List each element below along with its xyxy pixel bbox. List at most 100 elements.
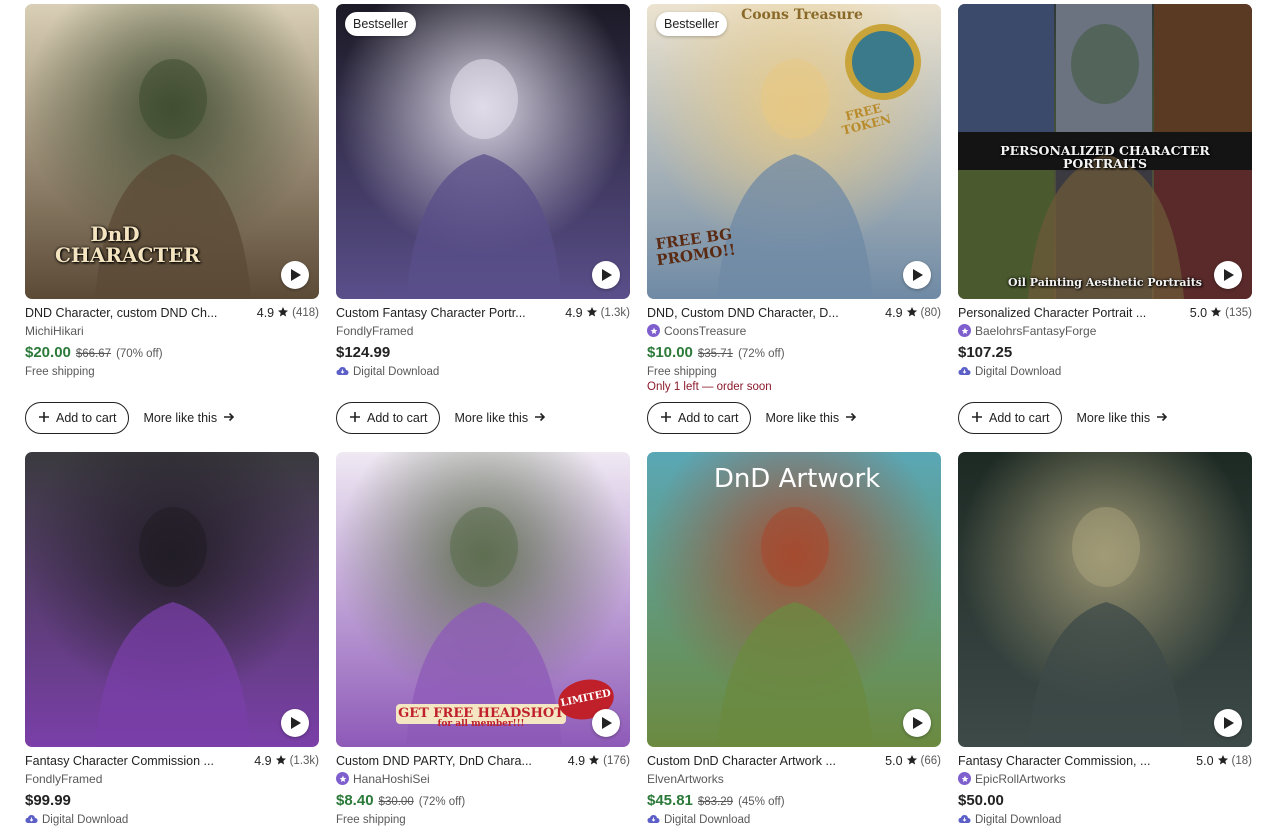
add-to-cart-button[interactable]: Add to cart: [336, 402, 441, 434]
image-caption: DnD Artwork: [713, 464, 881, 494]
listing-thumbnail[interactable]: GET FREE HEADSHOT for all member!!! LIMITE…: [336, 452, 630, 747]
listing-actions: Add to cart More like this: [647, 402, 861, 434]
shop-name[interactable]: EpicRollArtworks: [958, 771, 1252, 786]
star-icon: [275, 754, 287, 769]
shop-name[interactable]: CoonsTreasure: [647, 323, 941, 338]
arrow-right-icon: [223, 411, 235, 426]
star-icon: [1210, 306, 1222, 321]
listing-meta: Free shipping: [25, 365, 319, 379]
listing-card[interactable]: Fantasy Character Commission ... 4.9 (1.3k…: [25, 452, 319, 827]
shop-name[interactable]: MichiHikari: [25, 323, 319, 338]
more-like-this-button[interactable]: More like this: [450, 402, 550, 434]
listing-card[interactable]: PERSONALIZED CHARACTER PORTRAITS Oil Pain…: [958, 4, 1252, 434]
rating: 4.9 (176): [568, 754, 630, 769]
more-like-this-label: More like this: [765, 411, 840, 425]
add-to-cart-label: Add to cart: [989, 411, 1050, 425]
play-video-button[interactable]: [281, 709, 309, 737]
price: $99.99: [25, 792, 71, 809]
shop-name[interactable]: BaelohrsFantasyForge: [958, 323, 1252, 338]
listing-meta: Free shipping: [647, 365, 941, 379]
shop-name-label: BaelohrsFantasyForge: [975, 323, 1097, 338]
listing-actions: Add to cart More like this: [958, 402, 1172, 434]
listing-title[interactable]: Fantasy Character Commission, ...: [958, 754, 1150, 768]
play-video-button[interactable]: [1214, 709, 1242, 737]
arrow-right-icon: [1156, 411, 1168, 426]
review-count: (135): [1225, 307, 1252, 319]
play-video-button[interactable]: [592, 709, 620, 737]
listing-thumbnail[interactable]: Coons Treasure FREE TOKEN FREE BG PROMO!! B…: [647, 4, 941, 299]
review-count: (1.3k): [289, 755, 319, 767]
original-price: $66.67: [75, 348, 112, 360]
add-to-cart-button[interactable]: Add to cart: [958, 402, 1063, 434]
image-caption: Oil Painting Aesthetic Portraits: [1008, 276, 1202, 289]
add-to-cart-button[interactable]: Add to cart: [25, 402, 130, 434]
listing-thumbnail[interactable]: Bestseller: [336, 4, 630, 299]
play-video-button[interactable]: [592, 261, 620, 289]
price: $20.00: [25, 344, 71, 361]
listing-meta: Digital Download: [647, 813, 941, 827]
play-icon: [602, 717, 612, 729]
rating: 4.9 (1.3k): [565, 306, 630, 321]
listing-title[interactable]: Personalized Character Portrait ...: [958, 306, 1146, 320]
more-like-this-button[interactable]: More like this: [1072, 402, 1172, 434]
price-row: $10.00 $35.71 (72% off): [647, 344, 941, 362]
listing-card[interactable]: GET FREE HEADSHOT for all member!!! LIMITE…: [336, 452, 630, 827]
play-video-button[interactable]: [903, 261, 931, 289]
play-video-button[interactable]: [1214, 261, 1242, 289]
play-video-button[interactable]: [281, 261, 309, 289]
more-like-this-button[interactable]: More like this: [139, 402, 239, 434]
play-video-button[interactable]: [903, 709, 931, 737]
more-like-this-button[interactable]: More like this: [761, 402, 861, 434]
image-caption: for all member!!!: [437, 719, 525, 729]
listing-thumbnail[interactable]: DnD Artwork: [647, 452, 941, 747]
rating-value: 5.0: [1189, 306, 1208, 320]
listing-title[interactable]: Custom DnD Character Artwork ...: [647, 754, 836, 768]
shipping-info: Free shipping: [25, 366, 95, 378]
bestseller-badge: Bestseller: [656, 12, 727, 36]
rating-value: 4.9: [567, 754, 586, 768]
listing-thumbnail[interactable]: DnD CHARACTER: [25, 4, 319, 299]
star-seller-icon: [958, 772, 971, 785]
discount: (45% off): [738, 796, 785, 808]
add-to-cart-button[interactable]: Add to cart: [647, 402, 752, 434]
shop-name[interactable]: ElvenArtworks: [647, 771, 941, 786]
original-price: $30.00: [378, 796, 414, 808]
listing-thumbnail[interactable]: PERSONALIZED CHARACTER PORTRAITS Oil Pain…: [958, 4, 1252, 299]
cloud-download-icon: [336, 366, 349, 379]
more-like-this-label: More like this: [1076, 411, 1151, 425]
add-to-cart-label: Add to cart: [367, 411, 428, 425]
shipping-info: Free shipping: [647, 366, 717, 378]
review-count: (80): [920, 307, 941, 319]
listing-card[interactable]: Bestseller Custom Fantasy Character Portr…: [336, 4, 630, 434]
discount: (72% off): [418, 796, 466, 808]
listing-card[interactable]: Fantasy Character Commission, ... 5.0 (18)…: [958, 452, 1252, 827]
image-caption: PERSONALIZED CHARACTER PORTRAITS: [1000, 143, 1210, 172]
stock-warning: Only 1 left — order soon: [647, 381, 772, 393]
listing-title[interactable]: DND Character, custom DND Ch...: [25, 306, 217, 320]
shop-name[interactable]: HanaHoshiSei: [336, 771, 630, 786]
listing-title[interactable]: Custom Fantasy Character Portr...: [336, 306, 526, 320]
rating-value: 5.0: [885, 754, 903, 768]
play-icon: [1224, 717, 1234, 729]
listing-card[interactable]: DnD Artwork Custom DnD Character Artwork …: [647, 452, 941, 827]
listing-card[interactable]: DnD CHARACTER DND Character, custom DND C…: [25, 4, 319, 434]
listing-title[interactable]: Fantasy Character Commission ...: [25, 754, 214, 768]
price-row: $20.00 $66.67 (70% off): [25, 344, 319, 362]
shop-name[interactable]: FondlyFramed: [336, 323, 630, 338]
star-seller-icon: [336, 772, 349, 785]
listing-title[interactable]: Custom DND PARTY, DnD Chara...: [336, 754, 532, 768]
original-price: $83.29: [697, 796, 734, 808]
listing-thumbnail[interactable]: [958, 452, 1252, 747]
listing-meta: Digital Download: [336, 365, 630, 379]
arrow-right-icon: [845, 411, 857, 426]
listing-card[interactable]: Coons Treasure FREE TOKEN FREE BG PROMO!! B…: [647, 4, 941, 434]
listing-meta: Digital Download: [958, 813, 1252, 827]
shop-name-label: FondlyFramed: [25, 771, 103, 786]
listing-title[interactable]: DND, Custom DND Character, D...: [647, 306, 839, 320]
plus-icon: [349, 411, 361, 426]
listing-thumbnail[interactable]: [25, 452, 319, 747]
cloud-download-icon: [25, 814, 38, 827]
shop-name[interactable]: FondlyFramed: [25, 771, 319, 786]
listing-actions: Add to cart More like this: [336, 402, 550, 434]
price: $107.25: [958, 344, 1013, 361]
